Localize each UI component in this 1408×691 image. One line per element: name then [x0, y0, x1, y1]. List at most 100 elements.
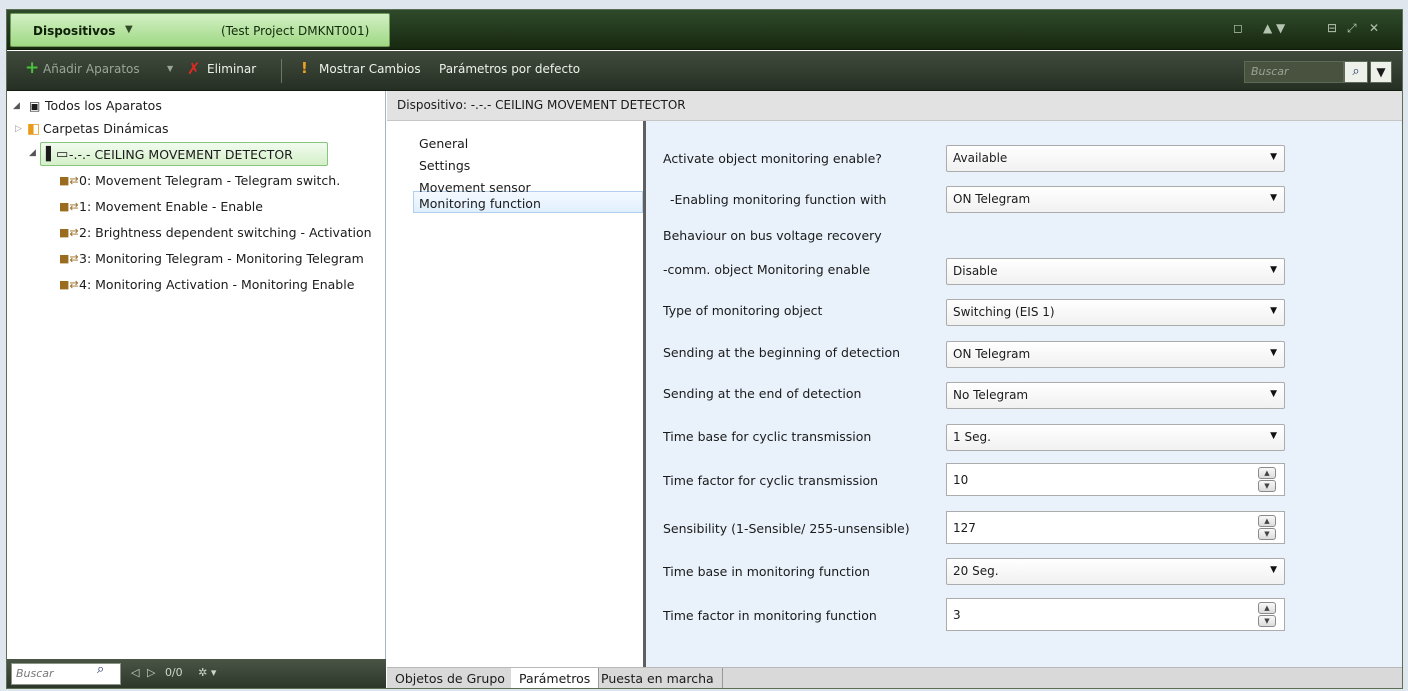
tree-item-object[interactable]: ■⇄ 4: Monitoring Activation - Monitoring…: [59, 273, 354, 297]
next-icon[interactable]: ▷: [147, 666, 155, 679]
tab-commissioning[interactable]: Puesta en marcha: [593, 668, 723, 688]
toolbar-divider: [281, 59, 282, 83]
dropdown-arrow-icon: ▼: [1270, 565, 1277, 575]
param-spinner[interactable]: 127 ▲ ▼: [946, 511, 1285, 544]
search-icon[interactable]: ⌕: [97, 662, 104, 677]
param-label: Time factor in monitoring function: [663, 608, 877, 623]
building-icon: ▣: [29, 99, 41, 113]
window-title: Dispositivos: [33, 24, 116, 38]
default-parameters-label: Parámetros por defecto: [439, 62, 581, 76]
nav-item-monitoring-function[interactable]: Monitoring function: [419, 193, 541, 215]
show-changes-label: Mostrar Cambios: [319, 62, 421, 76]
previous-icon[interactable]: ◁: [131, 666, 139, 679]
filter-icon[interactable]: ▼: [1370, 61, 1392, 83]
tree-item-label: 4: Monitoring Activation - Monitoring En…: [79, 277, 355, 292]
dropdown-arrow-icon: ▼: [1270, 348, 1277, 358]
param-value: No Telegram: [953, 388, 1029, 402]
tab-group-objects[interactable]: Objetos de Grupo: [387, 668, 514, 688]
param-value: 127: [953, 521, 976, 535]
default-parameters-button[interactable]: Parámetros por defecto: [439, 62, 580, 76]
search-input[interactable]: Buscar: [1244, 61, 1344, 83]
param-value: 3: [953, 608, 961, 622]
add-devices-label: Añadir Aparatos: [43, 62, 140, 76]
param-label: Sending at the beginning of detection: [663, 345, 901, 360]
param-combo[interactable]: Disable ▼: [946, 258, 1285, 285]
tree-item-label: 1: Movement Enable - Enable: [79, 199, 263, 214]
dropdown-arrow-icon: ▼: [1270, 152, 1277, 162]
param-spinner[interactable]: 10 ▲ ▼: [946, 463, 1285, 496]
expand-icon[interactable]: ▷: [15, 117, 22, 141]
group-object-icon: ■⇄: [59, 174, 79, 187]
search-icon[interactable]: ⌕: [1344, 61, 1368, 83]
tree-search-input[interactable]: Buscar: [11, 663, 121, 685]
param-label: Time factor for cyclic transmission: [663, 473, 879, 488]
minimize-icon[interactable]: ⊟: [1327, 21, 1337, 35]
group-object-icon: ■⇄: [59, 252, 79, 265]
tree-item-object[interactable]: ■⇄ 2: Brightness dependent switching - A…: [59, 221, 372, 245]
project-name: (Test Project DMKNT001): [221, 24, 370, 38]
param-combo[interactable]: 20 Seg. ▼: [946, 558, 1285, 585]
param-value: ON Telegram: [953, 347, 1031, 361]
param-combo[interactable]: ON Telegram ▼: [946, 341, 1285, 368]
folder-search-icon: ◧: [27, 121, 41, 137]
group-object-icon: ■⇄: [59, 278, 79, 291]
param-label: -comm. object Monitoring enable: [663, 262, 871, 277]
tree-item-all-devices[interactable]: ◢ ▣ Todos los Aparatos: [13, 94, 162, 118]
device-icon: ▌▭: [46, 147, 69, 162]
param-value: 1 Seg.: [953, 430, 991, 444]
tree-search-bar: Buscar ⌕ ◁ ▷ 0/0 ✲ ▾: [7, 659, 386, 688]
gear-icon[interactable]: ✲ ▾: [198, 666, 216, 679]
tree-item-label: Todos los Aparatos: [45, 98, 162, 113]
param-value: Available: [953, 151, 1008, 165]
tree-item-dynamic-folders[interactable]: ▷ ◧ Carpetas Dinámicas: [15, 117, 169, 141]
delete-icon: ✗: [187, 59, 201, 78]
add-dropdown-icon[interactable]: ▼: [167, 64, 173, 73]
param-value: Switching (EIS 1): [953, 305, 1055, 319]
chevron-down-icon[interactable]: ▼: [125, 24, 133, 35]
scroll-arrows-icon[interactable]: ▲ ▼: [1263, 21, 1285, 35]
exclamation-icon: !: [301, 59, 308, 77]
param-value: Disable: [953, 264, 998, 278]
param-label: Activate object monitoring enable?: [663, 151, 882, 166]
param-label: Time base in monitoring function: [663, 564, 870, 579]
param-label: Sending at the end of detection: [663, 386, 862, 401]
dropdown-arrow-icon: ▼: [1270, 431, 1277, 441]
param-combo[interactable]: 1 Seg. ▼: [946, 424, 1285, 451]
dropdown-arrow-icon: ▼: [1270, 193, 1277, 203]
device-tree: ◢ ▣ Todos los Aparatos ▷ ◧ Carpetas Diná…: [7, 91, 386, 659]
tab-parameters[interactable]: Parámetros: [511, 668, 600, 688]
close-icon[interactable]: ✕: [1369, 21, 1379, 35]
param-combo[interactable]: No Telegram ▼: [946, 382, 1285, 409]
show-changes-button[interactable]: ! Mostrar Cambios: [301, 59, 421, 77]
param-combo[interactable]: ON Telegram ▼: [946, 186, 1285, 213]
spin-down-icon[interactable]: ▼: [1258, 480, 1276, 492]
nav-item-settings[interactable]: Settings: [419, 155, 470, 177]
nav-item-general[interactable]: General: [419, 133, 468, 155]
dropdown-arrow-icon: ▼: [1270, 265, 1277, 275]
collapse-icon[interactable]: ◢: [13, 94, 20, 118]
spin-down-icon[interactable]: ▼: [1258, 528, 1276, 540]
spin-up-icon[interactable]: ▲: [1258, 467, 1276, 479]
maximize-icon[interactable]: ⤢: [1347, 21, 1357, 36]
tree-item-object[interactable]: ■⇄ 0: Movement Telegram - Telegram switc…: [59, 169, 340, 193]
param-label: -Enabling monitoring function with: [670, 192, 887, 207]
add-devices-button[interactable]: + Añadir Aparatos: [25, 58, 140, 78]
tree-item-label: 2: Brightness dependent switching - Acti…: [79, 225, 372, 240]
spin-down-icon[interactable]: ▼: [1258, 615, 1276, 627]
collapse-icon[interactable]: ◢: [29, 148, 36, 158]
plus-icon: +: [25, 58, 40, 78]
tree-item-object[interactable]: ■⇄ 1: Movement Enable - Enable: [59, 195, 263, 219]
title-tab[interactable]: Dispositivos ▼ (Test Project DMKNT001): [10, 13, 390, 47]
restore-icon[interactable]: ◻: [1233, 21, 1243, 35]
spin-up-icon[interactable]: ▲: [1258, 515, 1276, 527]
param-label: Sensibility (1-Sensible/ 255-unsensible): [663, 521, 910, 536]
param-spinner[interactable]: 3 ▲ ▼: [946, 598, 1285, 631]
spin-up-icon[interactable]: ▲: [1258, 602, 1276, 614]
tree-item-label: Carpetas Dinámicas: [43, 121, 169, 136]
param-combo[interactable]: Available ▼: [946, 145, 1285, 172]
tree-item-label: 0: Movement Telegram - Telegram switch.: [79, 173, 341, 188]
tree-item-object[interactable]: ■⇄ 3: Monitoring Telegram - Monitoring T…: [59, 247, 364, 271]
delete-button[interactable]: ✗ Eliminar: [187, 59, 256, 78]
tree-item-device[interactable]: ▌▭ -.-.- CEILING MOVEMENT DETECTOR: [40, 142, 328, 166]
param-combo[interactable]: Switching (EIS 1) ▼: [946, 299, 1285, 326]
